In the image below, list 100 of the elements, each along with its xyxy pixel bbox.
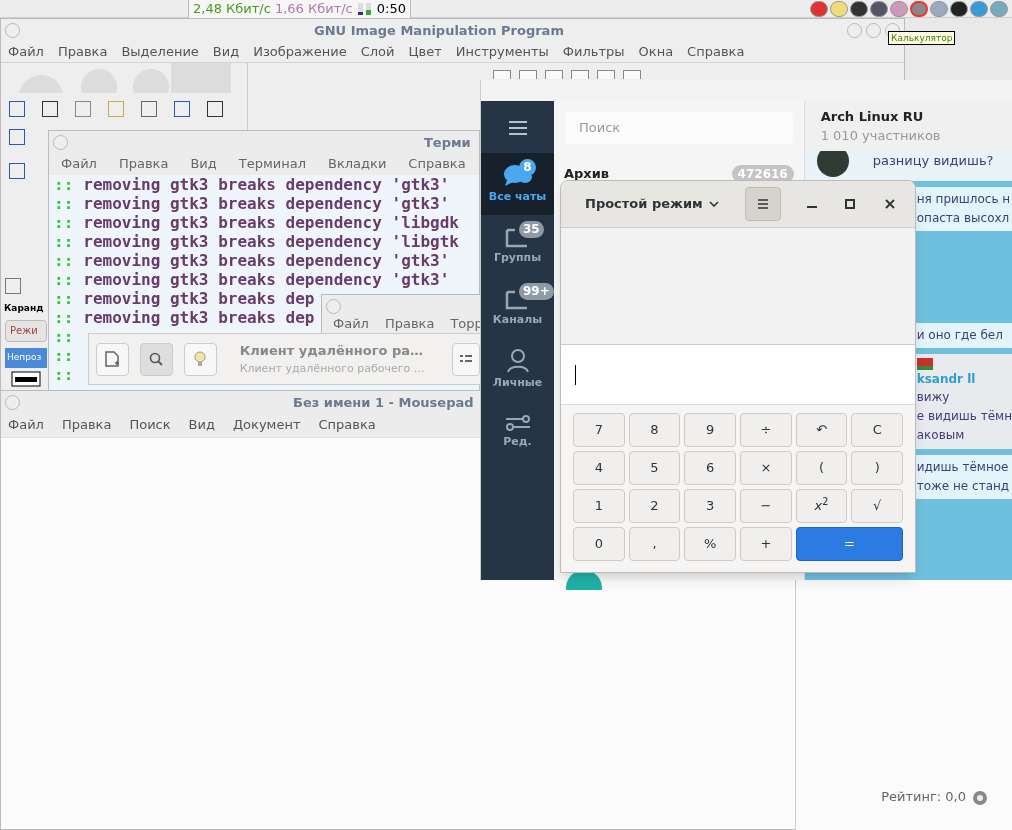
tool-icon[interactable]: [9, 101, 25, 117]
menu-item[interactable]: Вкладки: [328, 154, 387, 174]
person-icon: [506, 348, 529, 373]
tool-icon[interactable]: [207, 101, 223, 117]
key-button[interactable]: 9: [684, 413, 736, 447]
dock-tab-icon[interactable]: [597, 70, 615, 79]
menu-item[interactable]: Вид: [188, 415, 215, 435]
prompt-marker: ::: [54, 270, 74, 289]
menu-item[interactable]: Правка: [57, 41, 108, 62]
menu-item[interactable]: Фильтры: [562, 41, 625, 62]
menu-button[interactable]: [744, 187, 781, 221]
menu-item[interactable]: Поиск: [129, 415, 171, 435]
prompt-marker: ::: [54, 251, 74, 270]
terminal-line: removing gtk3 breaks dep: [83, 308, 315, 327]
menu-item[interactable]: Правка: [384, 317, 435, 331]
lightbulb-icon: [194, 351, 207, 367]
list-button[interactable]: [451, 342, 480, 376]
menu-item[interactable]: Выделение: [121, 41, 199, 62]
menu-item[interactable]: Справка: [408, 154, 466, 174]
message-text: вижу: [916, 389, 950, 406]
menu-item[interactable]: Справка: [318, 415, 376, 435]
menu-item[interactable]: Справка: [687, 41, 745, 62]
unread-badge: 8: [519, 159, 536, 176]
key-button[interactable]: 6: [684, 451, 736, 485]
menu-item[interactable]: Файл: [8, 415, 44, 435]
key-button[interactable]: ): [851, 451, 903, 485]
mode-dropdown[interactable]: Режи: [5, 319, 47, 342]
chat-name[interactable]: Архив: [564, 164, 610, 184]
folder-tab[interactable]: 8 Все чаты: [481, 153, 554, 215]
brush-preview-icon[interactable]: [11, 370, 41, 387]
dock-tab-icon[interactable]: [519, 70, 537, 79]
tool-icon[interactable]: [42, 101, 58, 117]
message-text: е видишь тёмн: [916, 408, 1012, 425]
menu-item[interactable]: Правка: [61, 415, 112, 435]
prompt-marker: ::: [54, 289, 74, 308]
menu-item[interactable]: Вид: [190, 154, 217, 174]
key-button[interactable]: ,: [628, 527, 681, 561]
key-button[interactable]: 7: [573, 413, 625, 447]
tray-icon[interactable]: [950, 0, 968, 17]
menu-item[interactable]: Окна: [638, 41, 674, 62]
tray-icon[interactable]: [870, 0, 888, 17]
menu-item[interactable]: Файл: [333, 317, 369, 331]
key-button[interactable]: +: [740, 527, 792, 561]
key-button[interactable]: x$^{2}$: [795, 489, 848, 523]
key-button[interactable]: %: [684, 527, 736, 561]
dock-tab-icon[interactable]: [571, 70, 589, 79]
lightbulb-button[interactable]: [183, 342, 217, 376]
key-button[interactable]: ↶: [795, 413, 848, 447]
key-button[interactable]: √: [851, 489, 903, 523]
menu-item[interactable]: Цвет: [408, 41, 442, 62]
opacity-slider[interactable]: Непроз: [5, 347, 47, 368]
tool-icon[interactable]: [9, 163, 25, 179]
key-button[interactable]: 0: [573, 527, 625, 561]
tool-icon[interactable]: [141, 101, 157, 117]
maximize-icon[interactable]: [844, 199, 855, 209]
message-text: аковым: [916, 427, 965, 444]
menu-item[interactable]: Инструменты: [455, 41, 549, 62]
tool-icon[interactable]: [9, 129, 25, 145]
key-button[interactable]: 3: [684, 489, 736, 523]
terminal-line: removing gtk3 breaks dependency 'gtk3': [83, 175, 450, 194]
key-button[interactable]: ×: [740, 451, 792, 485]
key-button[interactable]: ÷: [740, 413, 792, 447]
key-button[interactable]: (: [795, 451, 848, 485]
close-icon[interactable]: [884, 199, 895, 209]
dock-tab-icon[interactable]: [623, 70, 641, 79]
tab-icon[interactable]: [5, 278, 21, 294]
dock-tab-icon[interactable]: [493, 70, 511, 79]
menu-item[interactable]: Слой: [360, 41, 395, 62]
menu-item[interactable]: Терминал: [238, 154, 306, 174]
key-button[interactable]: −: [740, 489, 792, 523]
key-button[interactable]: 4: [573, 451, 625, 485]
tool-icon[interactable]: [174, 101, 190, 117]
key-button[interactable]: 5: [628, 451, 681, 485]
window-title: GNU Image Manipulation Program: [314, 22, 564, 40]
menu-item[interactable]: Файл: [61, 154, 97, 174]
new-connection-button[interactable]: [96, 342, 129, 376]
equals-button[interactable]: =: [795, 527, 903, 561]
terminal-line: removing gtk3 breaks dep: [83, 289, 315, 308]
dock-tab-icon[interactable]: [545, 70, 563, 79]
menu-item[interactable]: Изображение: [253, 41, 347, 62]
prompt-marker: ::: [54, 365, 74, 384]
window-title: Без имени 1 - Mousepad: [293, 394, 474, 412]
search-button[interactable]: [139, 342, 173, 376]
menu-item[interactable]: Файл: [8, 41, 44, 62]
key-button[interactable]: 2: [628, 489, 681, 523]
menu-icon[interactable]: [508, 121, 527, 135]
mode-dropdown[interactable]: Простой режим: [571, 194, 733, 214]
prompt-marker: ::: [54, 175, 74, 194]
prompt-marker: ::: [54, 327, 74, 346]
clock: 0:50: [376, 0, 406, 18]
window-title: Клиент удалённого ра…: [239, 342, 425, 360]
terminal-line: removing gtk3 breaks dependency 'libgtk: [83, 232, 459, 251]
menu-item[interactable]: Правка: [118, 154, 169, 174]
key-button[interactable]: C: [851, 413, 903, 447]
menu-item[interactable]: Документ: [232, 415, 301, 435]
menu-item[interactable]: Вид: [212, 41, 240, 62]
key-button[interactable]: 8: [628, 413, 681, 447]
expression-field[interactable]: [561, 345, 915, 405]
key-button[interactable]: 1: [573, 489, 625, 523]
tray-icon[interactable]: [850, 0, 868, 17]
